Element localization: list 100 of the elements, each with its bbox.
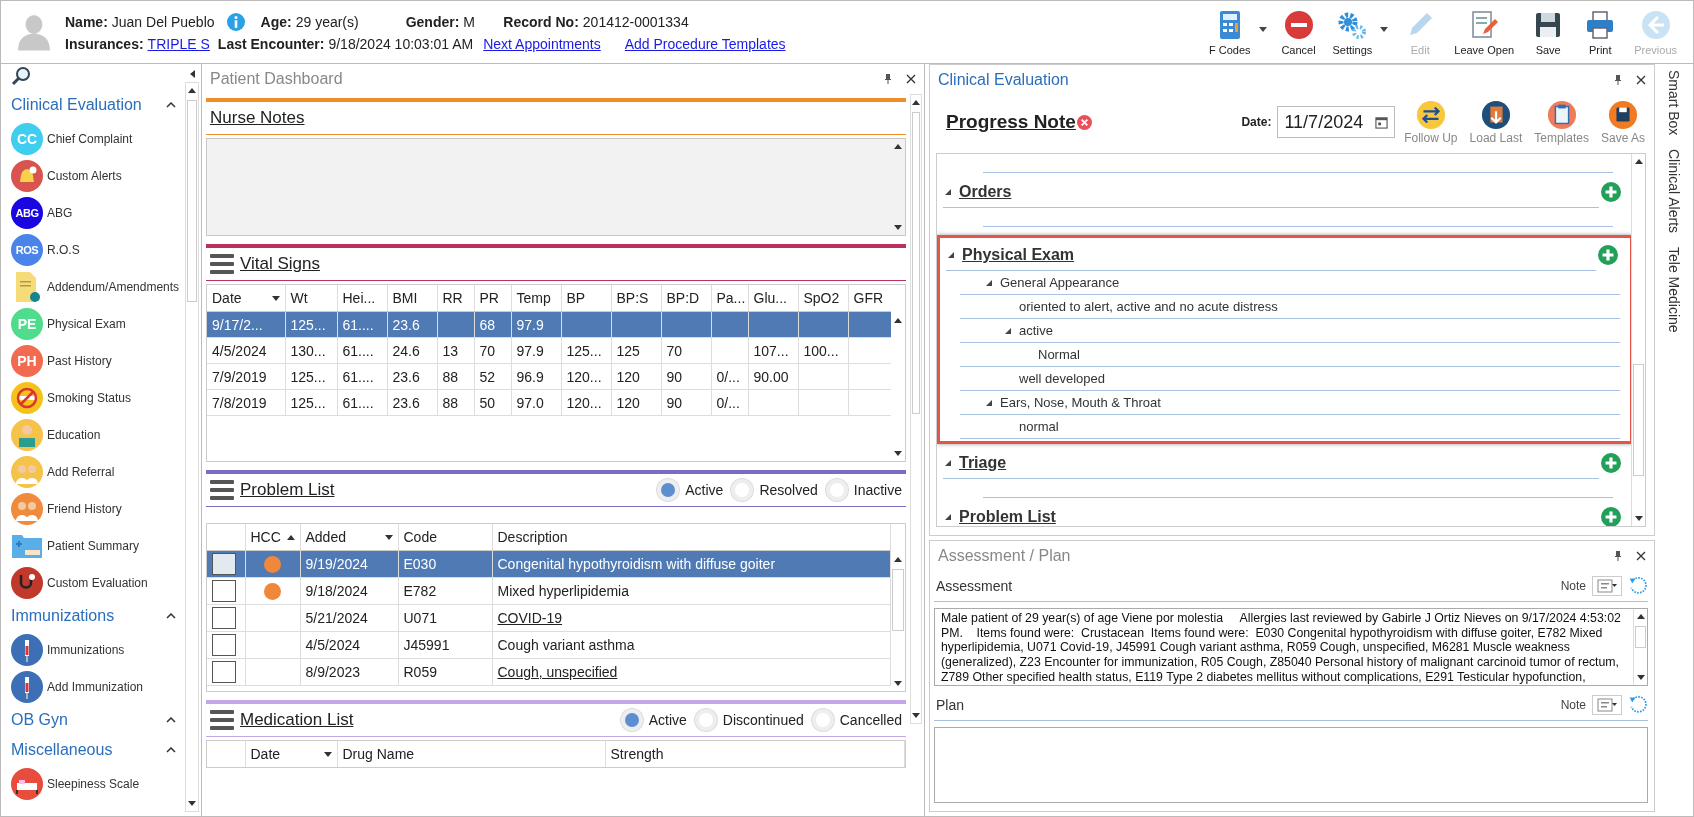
radio-button[interactable]: Active — [657, 479, 724, 501]
table-row[interactable]: 9/18/2024 E782 Mixed hyperlipidemia — [207, 577, 891, 605]
close-icon[interactable] — [906, 74, 916, 84]
tree-node[interactable]: active — [1019, 323, 1053, 338]
search-icon[interactable] — [11, 66, 31, 86]
side-tab[interactable]: Tele Medicine — [1666, 247, 1682, 333]
column-header[interactable]: SpO2 — [798, 285, 848, 312]
table-row[interactable]: 5/21/2024 U071 COVID-19 — [207, 604, 891, 632]
column-header[interactable]: HCC — [245, 524, 300, 551]
sidebar-item[interactable]: CC Chief Complaint — [11, 120, 184, 157]
sidebar-item[interactable]: Addendum/Amendments — [11, 268, 184, 305]
format-dropdown[interactable] — [1592, 695, 1622, 715]
radio-button[interactable]: Active — [620, 709, 687, 731]
section-title[interactable]: Vital Signs — [240, 254, 320, 274]
tree-node[interactable]: oriented to alert, active and no acute distress — [1019, 299, 1278, 314]
close-icon[interactable] — [1636, 551, 1646, 561]
row-checkbox[interactable] — [212, 580, 236, 602]
pin-icon[interactable] — [1614, 551, 1622, 561]
sidebar-item[interactable]: Patient Summary — [11, 527, 184, 564]
radio-button[interactable]: Discontinued — [694, 709, 804, 731]
description-link[interactable]: Cough, unspecified — [497, 664, 618, 680]
text-field[interactable]: Male patient of 29 year(s) of age Viene por molestia Allergies last reviewed by Gabirle J Ortiz Nieves on 9/17/2024 4:53:02 PM. Items found were: Crustacean Items found were: E030 Congenital hypothyroidism with diffuse goiter, E782 Mixed hyperlipidemia, U071 Covid-19, J45991 Cough variant asthma, R059 Cough, unspecified, M6281 Muscle weakness (generalized), Z23 Encounter for immunization, R05 Cough, Z85040 Personal history of malignant carcinoid tumor of rectum, Z789 Other specified health status, E119 Type 2 diabetes mellitus without complications, E291 Testicular hypofunction, — [934, 608, 1648, 686]
header-link[interactable]: Add Procedure Templates — [624, 35, 786, 52]
column-header[interactable]: BP:S — [611, 285, 661, 312]
pin-icon[interactable] — [884, 74, 892, 84]
tree-node[interactable]: Ears, Nose, Mouth & Throat — [1000, 395, 1161, 410]
sidebar-item[interactable]: PE Physical Exam — [11, 305, 184, 342]
side-tab[interactable]: Smart Box — [1666, 70, 1682, 136]
column-header[interactable]: BP:D — [661, 285, 711, 312]
table-row[interactable]: 4/5/2024 130... 61.... 24.6 13 70 97.9 125... 125 70 107... 100... — [207, 337, 891, 364]
sidebar-item[interactable]: Custom Alerts — [11, 157, 184, 194]
section-title[interactable]: Problem List — [959, 508, 1056, 526]
toolbar-button[interactable]: Cancel — [1274, 8, 1323, 56]
column-header[interactable]: Strength — [605, 741, 905, 768]
table-row[interactable]: 9/17/2... 125... 61.... 23.6 68 97.9 — [207, 311, 891, 338]
column-header[interactable]: RR — [437, 285, 474, 312]
column-header[interactable]: Glu... — [748, 285, 798, 312]
add-icon[interactable] — [1601, 507, 1621, 526]
calendar-icon[interactable] — [1375, 115, 1389, 129]
action-button[interactable]: Templates — [1531, 99, 1592, 145]
toolbar-button[interactable]: Settings — [1326, 8, 1379, 56]
row-checkbox[interactable] — [212, 553, 236, 575]
chevron-icon[interactable] — [165, 747, 176, 753]
close-icon[interactable] — [1636, 75, 1646, 85]
section-heading[interactable]: Clinical Evaluation — [11, 96, 142, 114]
remove-icon[interactable] — [1076, 114, 1092, 130]
sidebar-item[interactable]: ROS R.O.S — [11, 231, 184, 268]
section-title[interactable]: Orders — [959, 183, 1012, 201]
caret-icon[interactable] — [1380, 26, 1389, 32]
column-header[interactable]: PR — [474, 285, 511, 312]
expand-triangle-icon[interactable] — [945, 460, 951, 466]
sidebar-item[interactable]: PH Past History — [11, 342, 184, 379]
refresh-icon[interactable] — [1628, 695, 1648, 715]
nurse-notes-field[interactable] — [206, 138, 906, 236]
sidebar-item[interactable]: Education — [11, 416, 184, 453]
sidebar-item[interactable]: ABG ABG — [11, 194, 184, 231]
section-title[interactable]: Nurse Notes — [210, 108, 305, 128]
menu-icon[interactable] — [210, 480, 234, 500]
sidebar-item[interactable]: Smoking Status — [11, 379, 184, 416]
chevron-icon[interactable] — [165, 717, 176, 723]
section-title[interactable]: Problem List — [240, 480, 335, 500]
section-heading[interactable]: OB Gyn — [11, 711, 68, 729]
add-icon[interactable] — [1598, 245, 1618, 265]
column-header[interactable]: Pa... — [711, 285, 748, 312]
radio-button[interactable]: Cancelled — [811, 709, 902, 731]
side-tab[interactable]: Clinical Alerts — [1666, 149, 1682, 234]
column-header[interactable]: Wt — [285, 285, 337, 312]
row-checkbox[interactable] — [212, 607, 236, 629]
expand-triangle-icon[interactable] — [945, 189, 951, 195]
tree-node[interactable]: General Appearance — [1000, 275, 1120, 290]
table-row[interactable]: 7/8/2019 125... 61.... 23.6 88 50 97.0 120... 120 90 0/... — [207, 389, 891, 416]
insurance-link[interactable]: TRIPLE S — [147, 35, 210, 52]
toolbar-button[interactable]: Print — [1576, 8, 1625, 56]
column-header[interactable]: Temp — [511, 285, 561, 312]
expand-triangle-icon[interactable] — [986, 399, 992, 406]
column-header[interactable]: Drug Name — [337, 741, 605, 768]
column-header[interactable]: Hei... — [337, 285, 387, 312]
column-header[interactable]: BP — [561, 285, 611, 312]
sidebar-item[interactable]: Add Immunization — [11, 668, 184, 705]
add-icon[interactable] — [1601, 182, 1621, 202]
section-title[interactable]: Medication List — [240, 710, 354, 730]
tree-node[interactable]: normal — [1019, 419, 1059, 434]
expand-triangle-icon[interactable] — [948, 252, 954, 258]
section-heading[interactable]: Immunizations — [11, 607, 115, 625]
radio-button[interactable]: Inactive — [825, 479, 902, 501]
sidebar-item[interactable]: Immunizations — [11, 631, 184, 668]
chevron-icon[interactable] — [165, 613, 176, 619]
tree-node[interactable]: well developed — [1019, 371, 1105, 386]
table-row[interactable]: 8/9/2023 R059 Cough, unspecified — [207, 658, 891, 686]
pin-icon[interactable] — [1614, 75, 1622, 85]
header-link[interactable]: Next Appointments — [483, 35, 601, 52]
refresh-icon[interactable] — [1628, 576, 1648, 596]
sidebar-item[interactable]: Sleepiness Scale — [11, 765, 184, 802]
text-field[interactable] — [934, 727, 1648, 803]
sidebar-item[interactable]: Add Referral — [11, 453, 184, 490]
column-header[interactable]: Date — [245, 741, 337, 768]
row-checkbox[interactable] — [212, 661, 236, 683]
expand-triangle-icon[interactable] — [986, 279, 992, 286]
chevron-icon[interactable] — [165, 102, 176, 108]
column-header[interactable]: Description — [492, 524, 891, 551]
